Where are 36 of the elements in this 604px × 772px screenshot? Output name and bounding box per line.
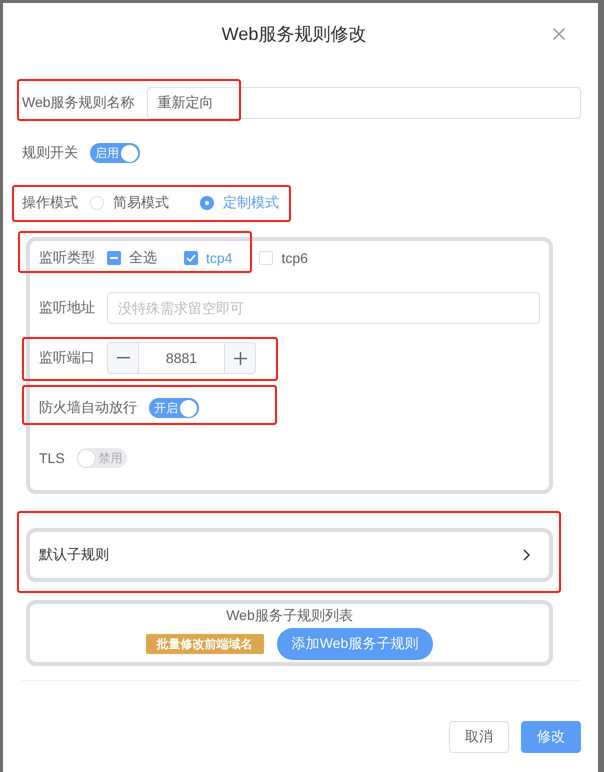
- dialog-title: Web服务规则修改: [222, 23, 366, 46]
- checkbox-option[interactable]: tcp4: [184, 250, 232, 266]
- toggle-switch[interactable]: 启用: [90, 143, 140, 163]
- field-label: Web服务规则名称: [22, 94, 135, 112]
- checkbox-option[interactable]: tcp6: [259, 250, 308, 266]
- text-input[interactable]: 重新定向: [146, 87, 581, 119]
- text-input[interactable]: 没特殊需求留空即可: [107, 292, 540, 324]
- field-label: TLS: [39, 450, 65, 466]
- panel-label: 默认子规则: [39, 546, 109, 564]
- field-label: 监听类型: [39, 249, 95, 267]
- submit-button[interactable]: 修改: [521, 721, 581, 753]
- default-subrule-panel[interactable]: 默认子规则: [26, 528, 553, 582]
- select-all-checkbox[interactable]: 全选: [107, 249, 157, 267]
- cancel-button[interactable]: 取消: [449, 721, 509, 753]
- close-button[interactable]: [553, 28, 565, 40]
- toggle-switch[interactable]: 开启: [149, 398, 199, 418]
- switch-knob: [78, 450, 95, 466]
- switch-knob: [180, 400, 197, 416]
- plus-icon: [234, 352, 246, 364]
- action-button[interactable]: 添加Web服务子规则: [276, 628, 434, 660]
- field-label: 监听地址: [39, 299, 95, 317]
- toggle-switch[interactable]: 禁用: [76, 448, 127, 468]
- panel-title: Web服务子规则列表: [226, 606, 353, 625]
- close-icon: [553, 28, 565, 40]
- radio-option[interactable]: 定制模式: [200, 194, 279, 212]
- increment-button[interactable]: [224, 342, 256, 374]
- switch-knob: [121, 144, 138, 162]
- minus-icon: [116, 357, 130, 359]
- chevron-right-icon: [523, 549, 530, 561]
- field-label: 操作模式: [22, 194, 78, 212]
- action-button[interactable]: 批量修改前端域名: [146, 634, 264, 654]
- number-input[interactable]: 8881: [139, 342, 224, 374]
- field-label: 监听端口: [39, 349, 95, 367]
- radio-option[interactable]: 简易模式: [90, 194, 169, 212]
- field-label: 规则开关: [22, 144, 78, 162]
- field-label: 防火墙自动放行: [39, 399, 137, 417]
